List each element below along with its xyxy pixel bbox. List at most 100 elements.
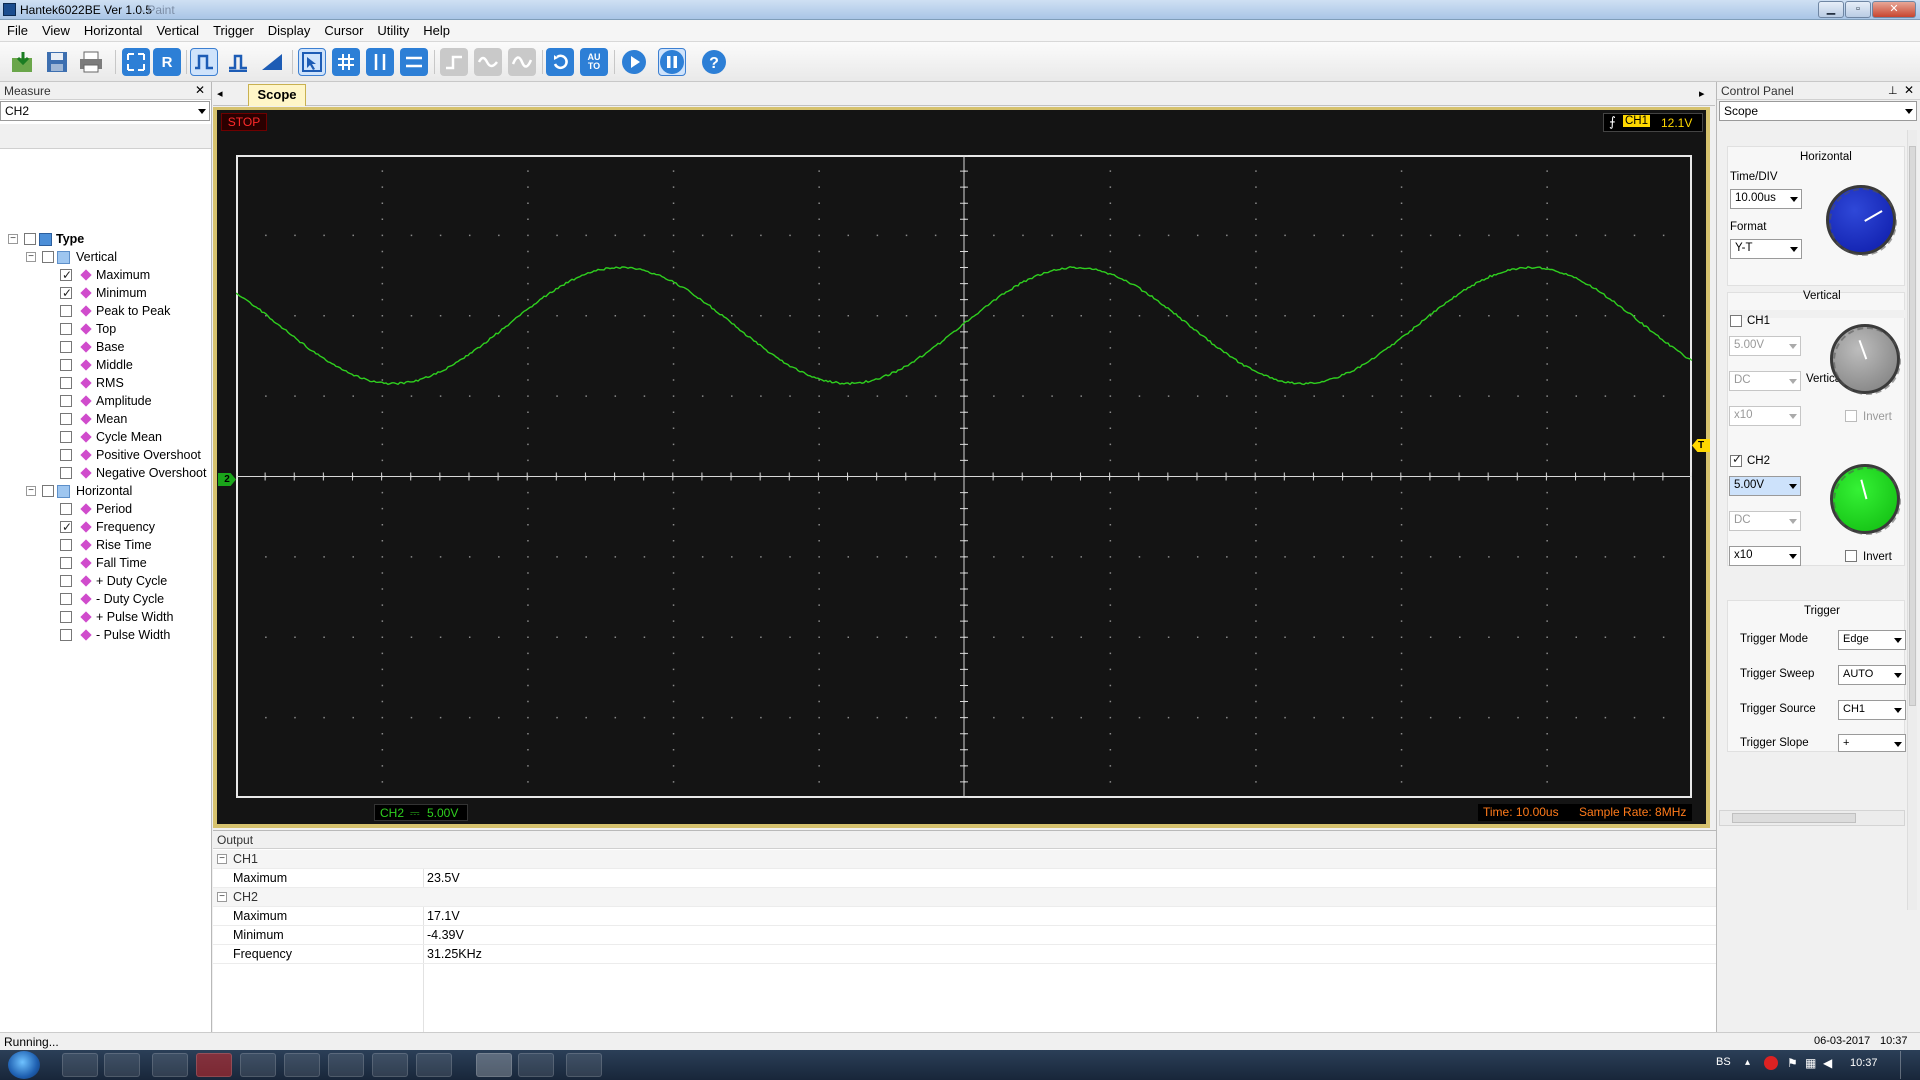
close-icon[interactable]: ✕ — [1904, 83, 1914, 97]
measure-item-checkbox[interactable] — [60, 539, 72, 551]
start-button[interactable] — [8, 1051, 40, 1079]
tray-network-icon[interactable]: ▦ — [1805, 1056, 1816, 1070]
measure-item-checkbox[interactable] — [60, 521, 72, 533]
measure-item-checkbox[interactable] — [60, 269, 72, 281]
tray-mcafee-icon[interactable] — [1764, 1056, 1778, 1070]
trigger-mode-select[interactable]: Edge — [1838, 630, 1906, 650]
type-checkbox[interactable] — [24, 233, 36, 245]
pause-icon[interactable] — [658, 48, 686, 76]
collapse-icon[interactable]: − — [8, 234, 18, 244]
ch1-volt-knob[interactable] — [1830, 324, 1900, 394]
ch1-volt-select[interactable]: 5.00V — [1729, 336, 1801, 356]
ch2-volt-select[interactable]: 5.00V — [1729, 476, 1801, 496]
measure-item-checkbox[interactable] — [60, 503, 72, 515]
taskbar-media-icon[interactable] — [152, 1053, 188, 1077]
menu-trigger[interactable]: Trigger — [206, 20, 261, 38]
wave-icon[interactable] — [508, 48, 536, 76]
tray-volume-icon[interactable]: ◀ — [1823, 1056, 1832, 1070]
taskbar-paint-icon[interactable] — [518, 1053, 554, 1077]
trigger-slope-select[interactable]: + — [1838, 734, 1906, 752]
menu-display[interactable]: Display — [261, 20, 318, 38]
close-window-button[interactable]: ✕ — [1872, 1, 1916, 18]
tab-scope[interactable]: Scope — [248, 84, 306, 106]
minimize-button[interactable]: ▁ — [1818, 1, 1844, 18]
collapse-icon[interactable]: − — [26, 486, 36, 496]
taskbar-clock[interactable]: 10:37 — [1850, 1057, 1878, 1069]
measure-item-checkbox[interactable] — [60, 413, 72, 425]
taskbar-app-icon[interactable] — [328, 1053, 364, 1077]
taskbar-tool-icon[interactable] — [284, 1053, 320, 1077]
measure-item-checkbox[interactable] — [60, 449, 72, 461]
language-indicator[interactable]: BS — [1716, 1056, 1731, 1068]
loop-icon[interactable] — [546, 48, 574, 76]
measure-item-checkbox[interactable] — [60, 323, 72, 335]
menu-view[interactable]: View — [35, 20, 77, 38]
ch2-probe-select[interactable]: x10 — [1729, 546, 1801, 566]
trigger-sweep-select[interactable]: AUTO — [1838, 665, 1906, 685]
measure-item-checkbox[interactable] — [60, 431, 72, 443]
output-group-row[interactable]: − CH2 — [213, 888, 1920, 907]
control-view-select[interactable]: Scope — [1719, 101, 1917, 121]
help-icon[interactable]: ? — [700, 48, 728, 76]
print-icon[interactable] — [77, 48, 105, 76]
trigger-source-select[interactable]: CH1 — [1838, 700, 1906, 720]
control-hscrollbar-thumb[interactable] — [1732, 813, 1856, 823]
taskbar-explorer-icon[interactable] — [104, 1053, 140, 1077]
taskbar-app-g-icon[interactable] — [372, 1053, 408, 1077]
auto-icon[interactable]: AU TO — [580, 48, 608, 76]
ch1-probe-select[interactable]: x10 — [1729, 406, 1801, 426]
measure-channel-select[interactable]: CH2 — [0, 101, 210, 121]
ch2-volt-knob[interactable] — [1830, 464, 1900, 534]
taskbar-app-t-icon[interactable] — [416, 1053, 452, 1077]
control-hscrollbar[interactable] — [1719, 810, 1905, 826]
measure-item-checkbox[interactable] — [60, 287, 72, 299]
output-group-row[interactable]: − CH1 — [213, 850, 1920, 869]
reset-icon[interactable]: R — [153, 48, 181, 76]
ch2-icon[interactable] — [224, 48, 252, 76]
measure-item-checkbox[interactable] — [60, 575, 72, 587]
horizontal-checkbox[interactable] — [42, 485, 54, 497]
measure-item-checkbox[interactable] — [60, 629, 72, 641]
sine-icon[interactable] — [474, 48, 502, 76]
run-icon[interactable] — [620, 48, 648, 76]
control-scrollbar-thumb[interactable] — [1909, 146, 1916, 706]
show-desktop-button[interactable] — [1900, 1051, 1916, 1079]
collapse-icon[interactable]: − — [217, 892, 227, 902]
maximize-button[interactable]: ▫ — [1845, 1, 1871, 18]
ch2-enable-checkbox[interactable] — [1730, 455, 1742, 467]
measure-item-checkbox[interactable] — [60, 359, 72, 371]
measure-item-checkbox[interactable] — [60, 377, 72, 389]
format-select[interactable]: Y-T — [1730, 239, 1802, 259]
measure-item-checkbox[interactable] — [60, 593, 72, 605]
collapse-icon[interactable]: − — [26, 252, 36, 262]
collapse-icon[interactable]: − — [217, 854, 227, 864]
open-icon[interactable] — [9, 48, 37, 76]
measure-item-checkbox[interactable] — [60, 341, 72, 353]
tray-up-icon[interactable]: ▴ — [1745, 1057, 1750, 1068]
menu-vertical[interactable]: Vertical — [149, 20, 206, 38]
measure-item-checkbox[interactable] — [60, 611, 72, 623]
timebase-knob[interactable] — [1826, 185, 1896, 255]
vertical-checkbox[interactable] — [42, 251, 54, 263]
menu-help[interactable]: Help — [416, 20, 457, 38]
taskbar-app-red-icon[interactable] — [196, 1053, 232, 1077]
control-scrollbar[interactable] — [1907, 130, 1917, 910]
taskbar-viber-icon[interactable] — [240, 1053, 276, 1077]
menu-cursor[interactable]: Cursor — [317, 20, 370, 38]
ch1-enable-checkbox[interactable] — [1730, 315, 1742, 327]
menu-file[interactable]: File — [0, 20, 35, 38]
hcursor-icon[interactable] — [400, 48, 428, 76]
ch1-invert-checkbox[interactable] — [1845, 410, 1857, 422]
tab-scroll-right-icon[interactable]: ▸ — [1699, 87, 1705, 100]
menu-utility[interactable]: Utility — [370, 20, 416, 38]
ch1-coupling-select[interactable]: DC — [1729, 371, 1801, 391]
ch2-coupling-select[interactable]: DC — [1729, 511, 1801, 531]
measure-item-checkbox[interactable] — [60, 467, 72, 479]
vcursor-icon[interactable] — [366, 48, 394, 76]
measure-item-checkbox[interactable] — [60, 395, 72, 407]
save-icon[interactable] — [43, 48, 71, 76]
measure-item-checkbox[interactable] — [60, 305, 72, 317]
auto-measure-icon[interactable] — [122, 48, 150, 76]
step-icon[interactable] — [440, 48, 468, 76]
cursor-icon[interactable] — [298, 48, 326, 76]
